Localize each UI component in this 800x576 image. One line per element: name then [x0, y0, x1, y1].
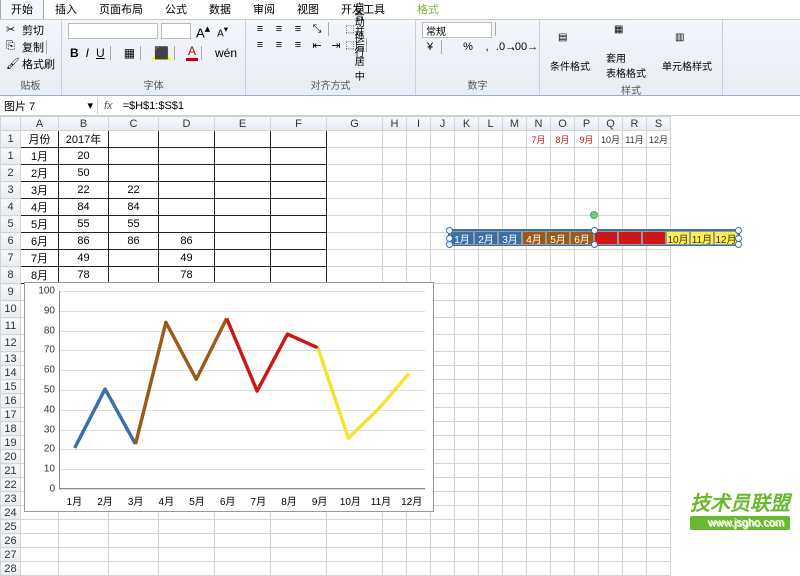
format-painter-button[interactable]: 🖌格式刷	[6, 56, 55, 72]
cell-styles-button[interactable]: ▥单元格样式	[658, 30, 716, 75]
dec-decimal-button[interactable]: .00→	[517, 40, 533, 54]
row-header[interactable]: 8	[1, 267, 21, 284]
col-header[interactable]: P	[575, 117, 599, 131]
font-label: 字体	[68, 77, 239, 93]
col-header[interactable]: D	[159, 117, 215, 131]
row-header[interactable]: 2	[1, 165, 21, 182]
col-header[interactable]: O	[551, 117, 575, 131]
tab-view[interactable]: 视图	[286, 0, 330, 19]
col-header[interactable]: A	[21, 117, 59, 131]
number-label: 数字	[422, 77, 533, 93]
conditional-format-button[interactable]: ▤条件格式	[546, 30, 594, 75]
col-header[interactable]: F	[271, 117, 327, 131]
row-header[interactable]: 12	[1, 335, 21, 352]
copy-icon: ⎘	[6, 40, 20, 54]
increase-font-button[interactable]: A▴	[194, 22, 212, 40]
align-right-button[interactable]: ≡	[290, 38, 306, 52]
col-header[interactable]: S	[647, 117, 671, 131]
line-chart[interactable]: 01020304050607080901001月2月3月4月5月6月7月8月9月…	[24, 282, 434, 512]
underline-button[interactable]: U	[94, 46, 107, 60]
formula-input[interactable]: =$H$1:$S$1	[119, 100, 800, 112]
comma-button[interactable]: ,	[479, 40, 495, 54]
tab-data[interactable]: 数据	[198, 0, 242, 19]
decrease-font-button[interactable]: A▾	[215, 24, 230, 39]
fill-color-button[interactable]: ⬛	[152, 46, 171, 60]
cut-button[interactable]: ✂剪切	[6, 22, 44, 38]
table-icon: ▦	[614, 24, 638, 48]
number-group: 常规 ¥ % , .0→ .00→ 数字	[416, 20, 540, 95]
col-header[interactable]: K	[455, 117, 479, 131]
col-header[interactable]: G	[327, 117, 383, 131]
row-header[interactable]: 10	[1, 301, 21, 318]
tab-insert[interactable]: 插入	[44, 0, 88, 19]
brush-icon: 🖌	[6, 57, 20, 71]
row-header[interactable]: 9	[1, 284, 21, 301]
number-format-select[interactable]: 常规	[422, 22, 492, 38]
alignment-label: 对齐方式	[252, 77, 409, 93]
col-header[interactable]: I	[407, 117, 431, 131]
currency-button[interactable]: ¥	[422, 40, 438, 54]
col-header[interactable]: N	[527, 117, 551, 131]
row-header[interactable]: 3	[1, 182, 21, 199]
col-header[interactable]: R	[623, 117, 647, 131]
font-group: A▴ A▾ B I U ▦ ⬛ A wén 字体	[62, 20, 246, 95]
table-format-button[interactable]: ▦套用 表格格式	[602, 22, 650, 82]
styles-group: ▤条件格式 ▦套用 表格格式 ▥单元格样式 样式	[540, 20, 723, 95]
formula-bar: 图片 7▾ fx =$H$1:$S$1	[0, 96, 800, 116]
selected-picture[interactable]: 1月2月3月4月5月6月7月8月9月10月11月12月	[448, 229, 740, 246]
conditional-icon: ▤	[558, 32, 582, 56]
row-header[interactable]: 1	[1, 148, 21, 165]
tab-formula[interactable]: 公式	[154, 0, 198, 19]
bold-button[interactable]: B	[68, 46, 81, 60]
indent-dec-button[interactable]: ⇤	[309, 38, 325, 52]
col-header[interactable]: E	[215, 117, 271, 131]
row-header[interactable]: 11	[1, 318, 21, 335]
clipboard-label: 贴板	[6, 77, 55, 93]
tab-review[interactable]: 审阅	[242, 0, 286, 19]
align-mid-button[interactable]: ≡	[271, 22, 287, 36]
col-header[interactable]: J	[431, 117, 455, 131]
align-top-button[interactable]: ≡	[252, 22, 268, 36]
col-header[interactable]: B	[59, 117, 109, 131]
alignment-group: ≡ ≡ ≡ ⤡ ⬚自动换行 ≡ ≡ ≡ ⇤ ⇥ ⬚合并后居中 对齐方式	[246, 20, 416, 95]
tab-home[interactable]: 开始	[0, 0, 44, 19]
align-center-button[interactable]: ≡	[271, 38, 287, 52]
cellstyle-icon: ▥	[675, 32, 699, 56]
row-header[interactable]: 6	[1, 233, 21, 250]
row-header[interactable]: 5	[1, 216, 21, 233]
clipboard-group: ✂剪切 ⎘复制 🖌格式刷 贴板	[0, 20, 62, 95]
col-header[interactable]: C	[109, 117, 159, 131]
font-family-select[interactable]	[68, 23, 158, 39]
scissors-icon: ✂	[6, 23, 20, 37]
row-header[interactable]: 4	[1, 199, 21, 216]
col-header[interactable]: L	[479, 117, 503, 131]
font-color-button[interactable]: A	[186, 44, 198, 61]
row-header[interactable]: 1	[1, 131, 21, 148]
name-box[interactable]: 图片 7▾	[0, 98, 98, 114]
col-header[interactable]: Q	[599, 117, 623, 131]
font-size-select[interactable]	[161, 23, 191, 39]
styles-label: 样式	[546, 82, 716, 98]
chevron-down-icon: ▾	[87, 99, 93, 112]
tab-layout[interactable]: 页面布局	[88, 0, 154, 19]
tab-format[interactable]: 格式	[406, 0, 450, 19]
merge-button[interactable]: ⬚合并后居中	[347, 38, 363, 52]
watermark: 技术员联盟 www.jsgho.com	[690, 487, 790, 530]
phonetic-button[interactable]: wén	[213, 46, 239, 60]
percent-button[interactable]: %	[460, 40, 476, 54]
orientation-button[interactable]: ⤡	[309, 22, 325, 36]
indent-inc-button[interactable]: ⇥	[328, 38, 344, 52]
col-header[interactable]: H	[383, 117, 407, 131]
fx-icon[interactable]: fx	[98, 100, 119, 112]
align-left-button[interactable]: ≡	[252, 38, 268, 52]
col-header[interactable]: M	[503, 117, 527, 131]
italic-button[interactable]: I	[84, 46, 91, 60]
align-bot-button[interactable]: ≡	[290, 22, 306, 36]
copy-button[interactable]: ⎘复制	[6, 39, 55, 55]
ribbon-tabs: 开始 插入 页面布局 公式 数据 审阅 视图 开发工具 格式	[0, 0, 800, 20]
row-header[interactable]: 7	[1, 250, 21, 267]
ribbon: ✂剪切 ⎘复制 🖌格式刷 贴板 A▴ A▾ B I U ▦ ⬛ A wén	[0, 20, 800, 96]
border-button[interactable]: ▦	[122, 46, 137, 60]
rotate-handle-icon[interactable]	[590, 211, 598, 219]
